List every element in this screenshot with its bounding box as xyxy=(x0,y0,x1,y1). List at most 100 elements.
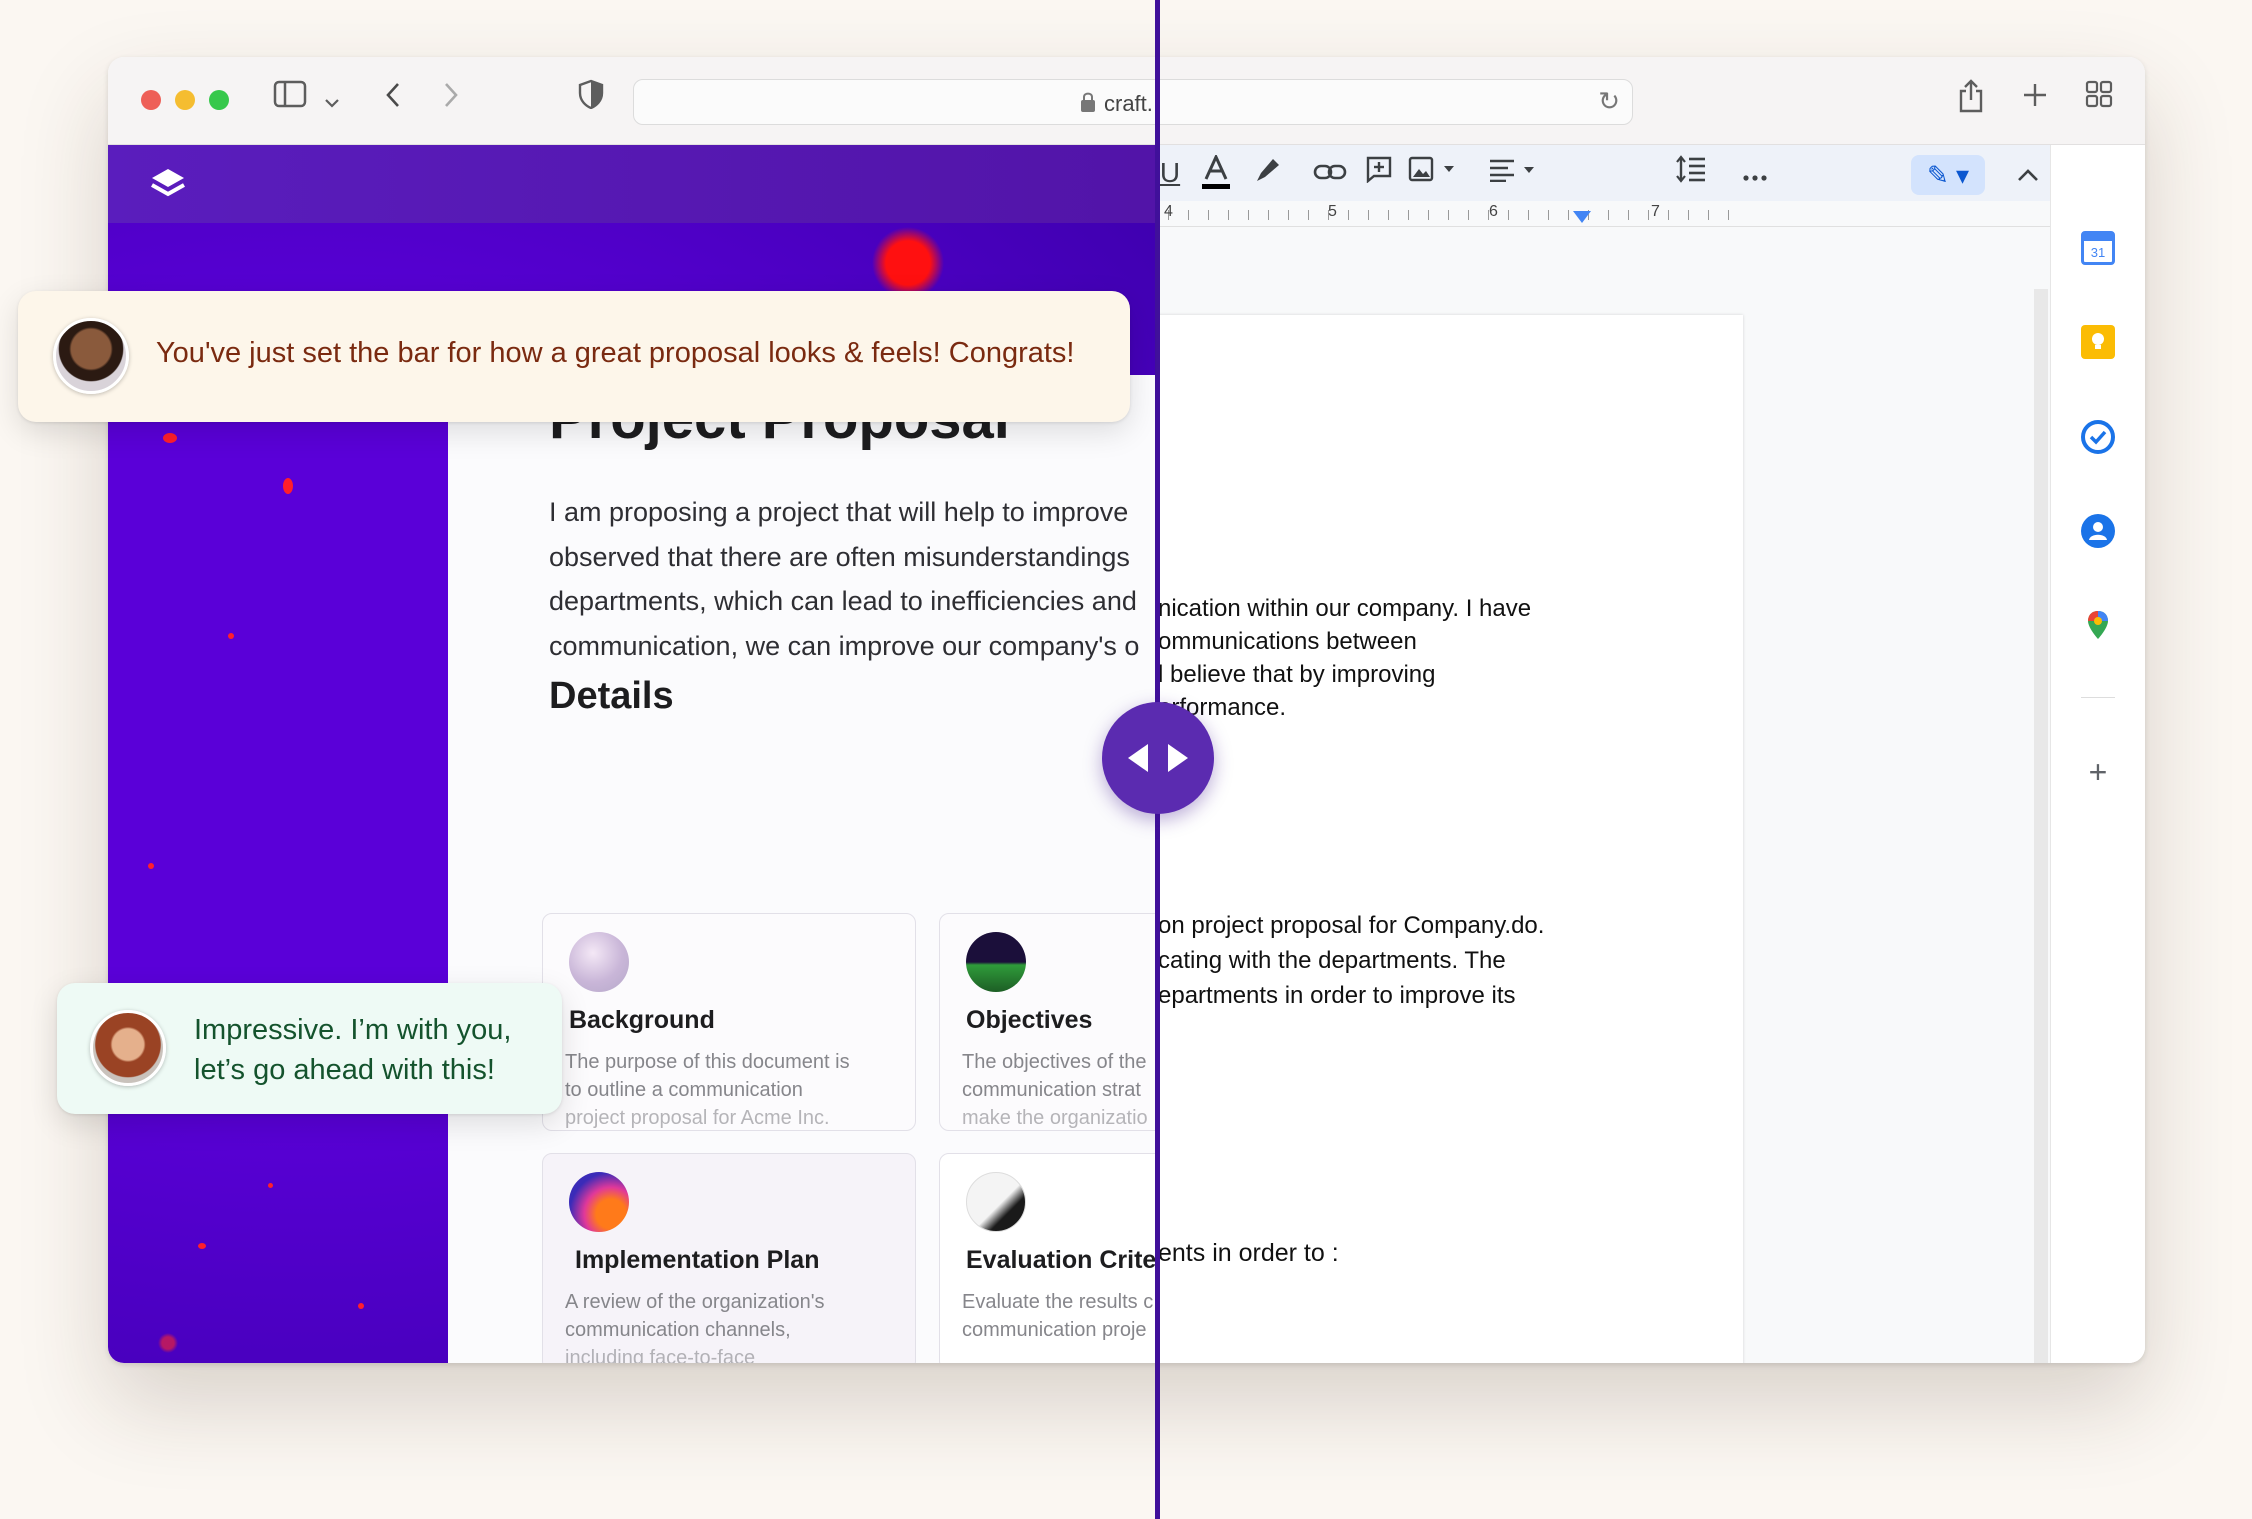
sidebar-icon[interactable] xyxy=(271,79,309,119)
card-description: The objectives of the communication stra… xyxy=(962,1048,1158,1130)
browser-window: craft. ↻ U ✎ ▾ 4 5 6 7 nication within o… xyxy=(108,57,2145,1363)
cover-speck xyxy=(163,433,177,443)
comment-line: let’s go ahead with this! xyxy=(194,1054,495,1086)
card-thumbnail xyxy=(966,932,1026,992)
avatar xyxy=(53,318,129,394)
ruler-number: 4 xyxy=(1164,203,1173,220)
card-description-line: to outline a communication xyxy=(565,1079,803,1101)
doc-line: nication within our company. I have xyxy=(1158,595,1532,622)
doc-page[interactable] xyxy=(1088,315,1743,1363)
indent-marker[interactable] xyxy=(1573,211,1591,223)
card-description-line: communication proje xyxy=(962,1319,1147,1341)
lock-icon xyxy=(1081,92,1095,112)
card-description: Evaluate the results c communication pro… xyxy=(962,1288,1158,1344)
card-description-line: make the organizatio xyxy=(962,1107,1148,1129)
doc-line: cating with the departments. The xyxy=(1158,947,1506,974)
ruler-ticks xyxy=(1168,210,1748,220)
doc-scrollbar[interactable] xyxy=(2034,289,2048,1363)
doc-paragraph-1: nication within our company. I have ommu… xyxy=(1158,592,1531,724)
card-description-line: project proposal for Acme Inc. xyxy=(565,1107,830,1129)
card-evaluation-criteria[interactable]: Evaluation Criter Evaluate the results c… xyxy=(939,1153,1158,1363)
card-thumbnail xyxy=(569,1172,629,1232)
ruler-number: 5 xyxy=(1328,203,1337,220)
link-icon[interactable] xyxy=(1311,155,1349,191)
tab-overview-icon[interactable] xyxy=(2082,79,2116,119)
card-objectives[interactable]: Objectives The objectives of the communi… xyxy=(939,913,1158,1131)
calendar-icon[interactable]: 31 xyxy=(2081,231,2115,265)
craft-logo-icon[interactable] xyxy=(148,165,188,205)
highlight-icon[interactable] xyxy=(1250,155,1284,191)
paragraph-line: observed that there are often misunderst… xyxy=(549,541,1130,572)
card-description-line: The purpose of this document is xyxy=(565,1051,850,1073)
cover-speck xyxy=(358,1303,364,1309)
underline-icon[interactable]: U xyxy=(1158,155,1182,191)
card-description-line: communication channels, xyxy=(565,1319,791,1341)
comment-bubble: Impressive. I’m with you, let’s go ahead… xyxy=(57,983,562,1114)
editing-mode-button[interactable]: ✎ ▾ xyxy=(1911,155,1985,195)
side-panel: 31 + xyxy=(2050,145,2145,1363)
image-icon[interactable] xyxy=(1406,155,1460,191)
comment-bubble: You've just set the bar for how a great … xyxy=(18,291,1130,422)
card-title: Implementation Plan xyxy=(575,1246,820,1274)
card-background[interactable]: Background The purpose of this document … xyxy=(542,913,916,1131)
forward-icon[interactable] xyxy=(438,79,464,119)
reload-icon[interactable]: ↻ xyxy=(1598,86,1620,117)
add-icon[interactable]: + xyxy=(2081,755,2115,789)
close-window-button[interactable] xyxy=(141,90,161,110)
avatar xyxy=(90,1010,166,1086)
details-heading[interactable]: Details xyxy=(549,675,674,718)
cover-speck xyxy=(148,863,154,869)
card-description-line: including face-to-face xyxy=(565,1347,756,1363)
doc-line: erformance. xyxy=(1158,694,1287,721)
comparison-slider-handle[interactable] xyxy=(1102,702,1214,814)
comment-text: Impressive. I’m with you, let’s go ahead… xyxy=(194,1010,511,1090)
ruler-number: 6 xyxy=(1489,203,1498,220)
side-panel-divider xyxy=(2081,697,2115,698)
line-spacing-icon[interactable] xyxy=(1674,155,1708,191)
keep-icon[interactable] xyxy=(2081,325,2115,359)
text-color-icon[interactable] xyxy=(1198,153,1234,191)
contacts-icon[interactable] xyxy=(2081,514,2115,548)
pen-icon: ✎ xyxy=(1926,160,1949,190)
share-icon[interactable] xyxy=(1954,79,1988,124)
doc-line: epartments in order to improve its xyxy=(1158,982,1516,1009)
paragraph-line: I am proposing a project that will help … xyxy=(549,497,1129,527)
comment-icon[interactable] xyxy=(1362,155,1396,191)
collapse-icon[interactable] xyxy=(2013,155,2043,191)
new-tab-icon[interactable] xyxy=(2018,79,2052,119)
address-bar[interactable]: craft. ↻ xyxy=(633,79,1633,125)
doc-paragraph-3: ents in order to : xyxy=(1158,1239,1339,1267)
doc-line: on project proposal for Company.do. xyxy=(1158,912,1545,939)
ruler-number: 7 xyxy=(1651,203,1660,220)
card-description: A review of the organization's communica… xyxy=(565,1288,895,1363)
card-implementation-plan[interactable]: Implementation Plan A review of the orga… xyxy=(542,1153,916,1363)
card-title: Objectives xyxy=(966,1006,1093,1034)
comment-text: You've just set the bar for how a great … xyxy=(156,337,1075,369)
chevron-down-icon[interactable] xyxy=(322,79,342,119)
maximize-window-button[interactable] xyxy=(209,90,229,110)
cover-speck xyxy=(268,1183,273,1188)
cover-speck xyxy=(198,1243,206,1249)
intro-paragraph[interactable]: I am proposing a project that will help … xyxy=(549,490,1158,668)
browser-toolbar: craft. ↻ xyxy=(108,57,2145,145)
cover-speck xyxy=(283,478,293,494)
more-icon[interactable] xyxy=(1738,155,1772,191)
card-description-line: A review of the organization's xyxy=(565,1291,825,1313)
card-description: The purpose of this document is to outli… xyxy=(565,1048,895,1130)
doc-paragraph-2: on project proposal for Company.do. cati… xyxy=(1158,908,1544,1013)
card-title: Evaluation Criter xyxy=(966,1246,1158,1274)
card-thumbnail xyxy=(966,1172,1026,1232)
url-text: craft. xyxy=(1104,91,1153,116)
shield-icon[interactable] xyxy=(576,79,606,120)
back-icon[interactable] xyxy=(380,79,406,119)
card-title: Background xyxy=(569,1006,715,1034)
card-description-line: The objectives of the xyxy=(962,1051,1147,1073)
maps-icon[interactable] xyxy=(2081,608,2115,642)
doc-line: ommunications between xyxy=(1158,628,1417,655)
arrow-left-icon xyxy=(1128,744,1148,772)
card-description-line: communication strat xyxy=(962,1079,1141,1101)
paragraph-line: departments, which can lead to inefficie… xyxy=(549,586,1137,616)
minimize-window-button[interactable] xyxy=(175,90,195,110)
tasks-icon[interactable] xyxy=(2081,420,2115,454)
align-icon[interactable] xyxy=(1486,155,1540,191)
